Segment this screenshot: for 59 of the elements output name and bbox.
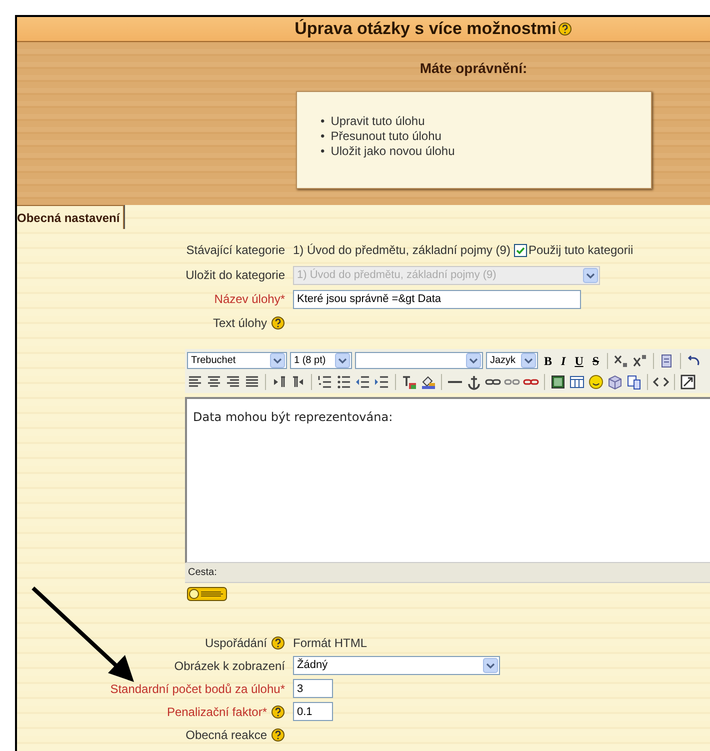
checkbox-label: Použij tuto kategorii — [528, 242, 634, 259]
dropdown: 1) Úvod do předmětu, základní pojmy (9) — [293, 266, 600, 284]
page-title: Úprava otázky s více možnostmi — [294, 18, 556, 40]
table-icon[interactable] — [569, 374, 585, 390]
bullet: • — [320, 114, 325, 129]
align-right-icon[interactable] — [225, 374, 241, 390]
bullet: • — [320, 129, 325, 144]
field-label: Název úlohy* — [214, 291, 285, 308]
align-center-icon[interactable] — [206, 374, 222, 390]
path-label: Cesta: — [185, 563, 710, 583]
field-label: Standardní počet bodů za úlohu* — [110, 680, 285, 698]
format-button[interactable]: U — [572, 354, 586, 368]
field-value: Formát HTML — [293, 634, 368, 652]
bullet: • — [320, 144, 325, 159]
font-dropdown[interactable]: Trebuchet — [187, 352, 287, 369]
field-label: Text úlohy — [212, 315, 267, 332]
indent-icon[interactable] — [374, 374, 390, 390]
text-field[interactable]: 3 — [293, 679, 333, 698]
permission-item: Uložit jako novou úlohu — [330, 144, 455, 159]
subscript-icon[interactable] — [613, 352, 630, 368]
format-button[interactable]: I — [558, 354, 569, 368]
text-color-icon[interactable] — [401, 374, 417, 390]
anchor-icon[interactable] — [466, 374, 482, 390]
format-button[interactable]: B — [541, 354, 556, 368]
text-field[interactable]: Které jsou správně =&gt Data — [293, 290, 581, 308]
format-dropdown[interactable] — [355, 352, 483, 369]
format-button[interactable]: S — [589, 354, 602, 368]
permission-item: Přesunout tuto úlohu — [330, 129, 442, 144]
field-label: Stávající kategorie — [186, 242, 285, 259]
pages-icon[interactable] — [626, 374, 642, 390]
permission-item: Upravit tuto úlohu — [330, 114, 425, 129]
size-dropdown[interactable]: 1 (8 pt) — [290, 352, 352, 369]
outdent-icon[interactable] — [355, 374, 371, 390]
field-label: Uspořádání — [204, 634, 267, 652]
image-icon[interactable] — [550, 374, 566, 390]
align-left-icon[interactable] — [187, 374, 203, 390]
highlight-color-icon[interactable] — [420, 374, 436, 390]
section-tab[interactable]: Obecná nastavení — [17, 205, 124, 229]
numbered-list-icon[interactable] — [317, 374, 333, 390]
permissions-heading: Máte oprávnění: — [420, 59, 528, 78]
field-label: Uložit do kategorie — [186, 267, 285, 284]
editor-text: Data mohou být reprezentována: — [193, 410, 393, 424]
bullet-list-icon[interactable] — [336, 374, 352, 390]
left-to-right-icon[interactable] — [271, 374, 287, 390]
fullscreen-icon[interactable] — [680, 374, 696, 390]
checkbox[interactable] — [514, 244, 528, 256]
field-label: Obrázek k zobrazení — [174, 658, 285, 674]
language-dropdown[interactable]: Jazyk — [486, 352, 538, 369]
dropdown[interactable]: Žádný — [293, 656, 500, 675]
superscript-icon[interactable] — [632, 352, 648, 368]
editor-area[interactable]: Data mohou být reprezentována: — [185, 397, 710, 563]
field-label: Obecná reakce — [186, 726, 267, 744]
smiley-icon[interactable] — [588, 374, 604, 390]
field-value: 1) Úvod do předmětu, základní pojmy (9) — [293, 242, 510, 259]
right-to-left-icon[interactable] — [290, 374, 306, 390]
text-field[interactable]: 0.1 — [293, 702, 333, 721]
justify-icon[interactable] — [244, 374, 260, 390]
cube-icon[interactable] — [607, 374, 623, 390]
field-label: Penalizační faktor* — [166, 704, 267, 720]
